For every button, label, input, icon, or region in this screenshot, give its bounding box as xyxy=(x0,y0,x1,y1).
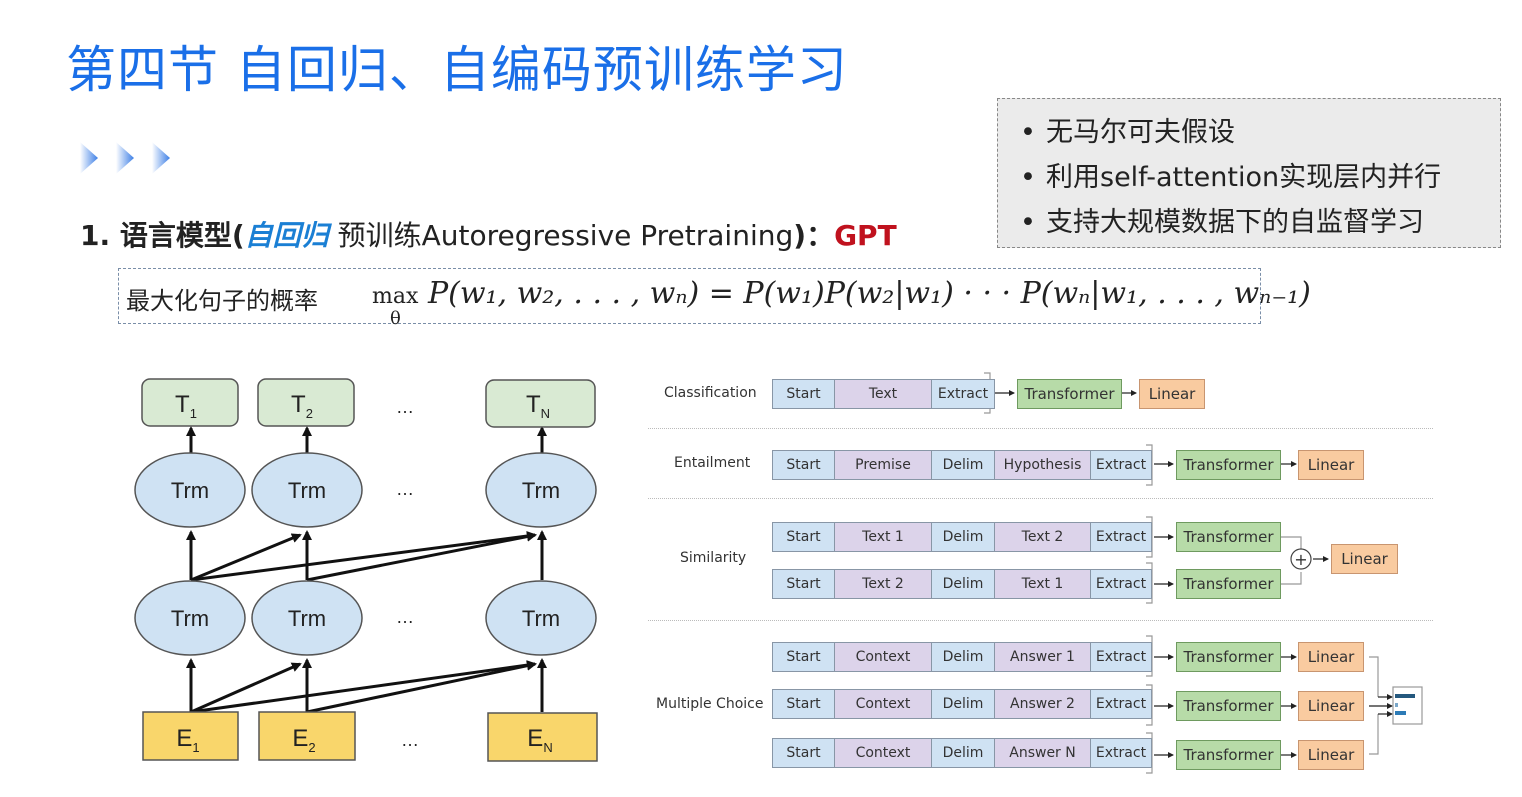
segment-extract: Extract xyxy=(1090,569,1152,599)
segment-delim: Delim xyxy=(931,642,995,672)
segment-answer-n: Answer N xyxy=(994,738,1091,768)
linear-block: Linear xyxy=(1298,642,1364,672)
linear-block: Linear xyxy=(1298,450,1364,480)
segment-answer-1: Answer 1 xyxy=(994,642,1091,672)
segment-start: Start xyxy=(772,738,835,768)
segment-start: Start xyxy=(772,450,835,480)
segment-text-2: Text 2 xyxy=(834,569,932,599)
linear-block: Linear xyxy=(1331,544,1398,574)
segment-delim: Delim xyxy=(931,738,995,768)
transformer-block: Transformer xyxy=(1017,379,1122,409)
task-label-entailment: Entailment xyxy=(674,455,751,471)
segment-extract: Extract xyxy=(1090,689,1152,719)
segment-text-2: Text 2 xyxy=(994,522,1091,552)
segment-context: Context xyxy=(834,738,932,768)
segment-text-1: Text 1 xyxy=(994,569,1091,599)
segment-delim: Delim xyxy=(931,522,995,552)
segment-answer-2: Answer 2 xyxy=(994,689,1091,719)
transformer-block: Transformer xyxy=(1176,740,1281,770)
svg-text:+: + xyxy=(1294,550,1307,569)
segment-premise: Premise xyxy=(834,450,932,480)
segment-delim: Delim xyxy=(931,569,995,599)
segment-context: Context xyxy=(834,642,932,672)
finetune-connectors: + xyxy=(984,372,1423,774)
task-label-similarity: Similarity xyxy=(680,550,747,566)
segment-start: Start xyxy=(772,569,835,599)
transformer-block: Transformer xyxy=(1176,642,1281,672)
segment-text-1: Text 1 xyxy=(834,522,932,552)
segment-extract: Extract xyxy=(1090,738,1152,768)
transformer-block: Transformer xyxy=(1176,569,1281,599)
task-label-multiple-choice: Multiple Choice xyxy=(656,696,764,712)
segment-delim: Delim xyxy=(931,689,995,719)
segment-extract: Extract xyxy=(931,379,995,409)
task-label-classification: Classification xyxy=(664,385,757,401)
segment-start: Start xyxy=(772,689,835,719)
linear-block: Linear xyxy=(1298,691,1364,721)
segment-extract: Extract xyxy=(1090,642,1152,672)
segment-context: Context xyxy=(834,689,932,719)
segment-delim: Delim xyxy=(931,450,995,480)
segment-extract: Extract xyxy=(1090,450,1152,480)
linear-block: Linear xyxy=(1139,379,1205,409)
segment-extract: Extract xyxy=(1090,522,1152,552)
segment-start: Start xyxy=(772,642,835,672)
segment-start: Start xyxy=(772,522,835,552)
segment-text: Text xyxy=(834,379,932,409)
segment-start: Start xyxy=(772,379,835,409)
segment-hypothesis: Hypothesis xyxy=(994,450,1091,480)
transformer-block: Transformer xyxy=(1176,691,1281,721)
linear-block: Linear xyxy=(1298,740,1364,770)
transformer-block: Transformer xyxy=(1176,450,1281,480)
transformer-block: Transformer xyxy=(1176,522,1281,552)
